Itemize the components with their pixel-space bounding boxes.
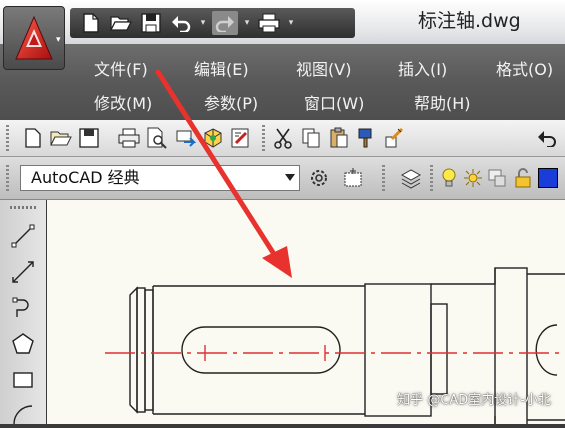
copy-icon[interactable] [298,125,324,151]
lightbulb-icon[interactable] [438,166,460,190]
plot-icon[interactable] [116,125,142,151]
workspace-settings-icon[interactable] [306,165,332,191]
shaft-body-edges [153,285,365,415]
redo-icon[interactable] [212,11,238,35]
workspaces-toolbar: AutoCAD 经典 [0,157,565,200]
toolbar-grip[interactable] [10,206,36,209]
3d-dwf-icon[interactable] [200,125,226,151]
shaft-chamfer-left [129,286,138,414]
rectangle-icon[interactable] [9,366,37,394]
menu-edit[interactable]: 编辑(E) [194,56,249,80]
publish-icon[interactable] [172,125,198,151]
print-icon[interactable] [256,11,282,35]
layer-color-swatch[interactable] [538,168,558,188]
shaft-step-2 [144,289,154,411]
open-folder-icon[interactable] [108,11,134,35]
construction-line-icon[interactable] [9,258,37,286]
unlock-icon[interactable] [512,166,534,190]
shaft-step-1 [136,287,146,413]
document-title: 标注轴.dwg [418,10,521,32]
cut-icon[interactable] [270,125,296,151]
save-file-icon[interactable] [76,125,102,151]
menu-format[interactable]: 格式(O) [496,56,553,80]
line-icon[interactable] [9,222,37,250]
menu-parameters[interactable]: 参数(P) [204,90,258,114]
undo-toolbar-icon[interactable] [534,125,560,151]
redo-dropdown-icon[interactable]: ▾ [242,18,252,28]
menu-window[interactable]: 窗口(W) [304,90,364,114]
right-keyway-arc [535,324,558,376]
viewport-freeze-icon[interactable] [486,166,508,190]
quick-access-toolbar: ▾ ▾ ▾ [70,8,355,38]
menu-file[interactable]: 文件(F) [94,56,148,80]
polyline-icon[interactable] [9,294,37,322]
new-file-icon[interactable] [78,11,104,35]
polygon-icon[interactable] [9,330,37,358]
undo-dropdown-icon[interactable]: ▾ [198,18,208,28]
application-menu-button[interactable]: ▾ [3,6,65,70]
toolbar-separator [262,125,265,151]
paste-icon[interactable] [326,125,352,151]
undo-icon[interactable] [168,11,194,35]
draw-toolbar [0,200,47,425]
workspace-select[interactable]: AutoCAD 经典 [20,165,300,191]
toolbar-separator [382,165,385,191]
autocad-logo-icon [15,15,53,60]
save-icon[interactable] [138,11,164,35]
sheet-set-icon[interactable] [228,125,254,151]
layer-properties-icon[interactable] [398,165,424,191]
customize-workspace-icon[interactable] [340,165,366,191]
block-editor-icon[interactable] [382,125,408,151]
watermark-text: 知乎 @CAD室内设计-小北 [397,393,551,408]
workspace-select-value: AutoCAD 经典 [31,168,140,187]
title-bar: ▾ ▾ ▾ 标注轴.dwg [0,0,565,44]
shaft-collar [430,303,448,395]
toolbar-separator [430,165,433,191]
toolbar-grip[interactable] [6,165,9,191]
application-menu-dropdown-icon: ▾ [56,35,61,45]
menu-bar: 文件(F) 编辑(E) 视图(V) 插入(I) 格式(O) 修改(M) 参数(P… [0,44,565,120]
match-properties-icon[interactable] [354,125,380,151]
toolbar-grip[interactable] [6,125,9,151]
centerline [105,345,565,361]
new-icon[interactable] [20,125,46,151]
menu-modify[interactable]: 修改(M) [94,90,152,114]
customize-toolbar-icon[interactable]: ▾ [286,18,296,28]
sun-icon[interactable] [462,166,484,190]
chevron-down-icon [285,174,295,181]
menu-view[interactable]: 视图(V) [296,56,351,80]
standard-toolbar [0,120,565,157]
open-icon[interactable] [48,125,74,151]
menu-help[interactable]: 帮助(H) [414,90,471,114]
plot-preview-icon[interactable] [144,125,170,151]
menu-insert[interactable]: 插入(I) [398,56,447,80]
